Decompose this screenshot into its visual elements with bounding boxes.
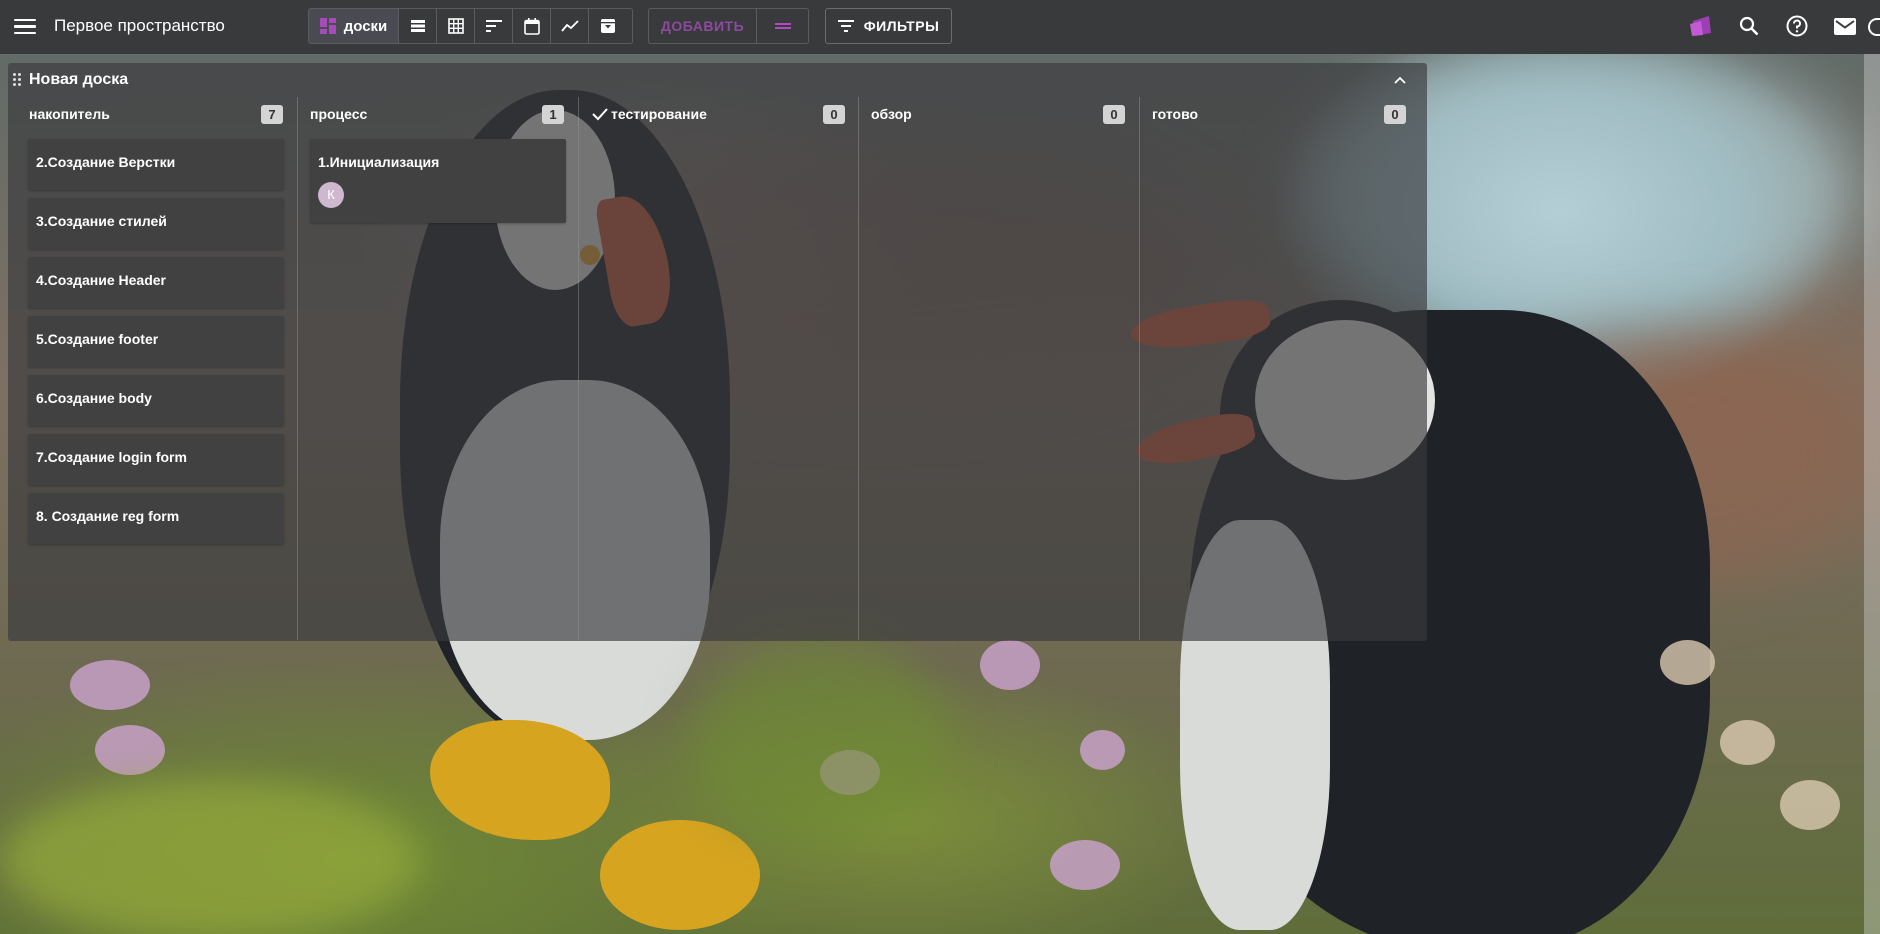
check-icon [592, 108, 608, 121]
card-count-badge: 0 [1103, 105, 1125, 124]
column-title: процесс [310, 106, 368, 122]
task-card[interactable]: 6.Создание body [28, 375, 284, 426]
column-backlog: накопитель 7 2.Создание Верстки 3.Создан… [17, 97, 297, 640]
view-switcher: доски [308, 8, 633, 44]
card-count-badge: 1 [542, 105, 564, 124]
calendar-view-button[interactable] [513, 9, 551, 43]
add-button[interactable]: ДОБАВИТЬ [649, 9, 757, 43]
filters-label: ФИЛЬТРЫ [863, 18, 940, 34]
column-done: готово 0 [1140, 97, 1420, 640]
sort-view-button[interactable] [475, 9, 513, 43]
chart-icon [560, 20, 579, 32]
column-title: готово [1152, 106, 1199, 122]
board-header: Новая доска [8, 63, 1427, 99]
menu-icon[interactable] [14, 16, 36, 36]
column-header[interactable]: накопитель 7 [29, 105, 283, 125]
help-icon[interactable] [1784, 13, 1810, 39]
column-header[interactable]: процесс 1 [310, 105, 564, 125]
task-card[interactable]: 1.Инициализация К [310, 139, 566, 223]
list-view-button[interactable] [399, 9, 437, 43]
mail-icon[interactable] [1832, 13, 1858, 39]
card-count-badge: 0 [823, 105, 845, 124]
task-card[interactable]: 5.Создание footer [28, 316, 284, 367]
calendar-icon [523, 17, 540, 35]
column-header[interactable]: обзор 0 [871, 105, 1125, 125]
column-header[interactable]: готово 0 [1152, 105, 1406, 125]
list-icon [410, 20, 425, 32]
board-title[interactable]: Новая доска [29, 71, 128, 89]
task-card-title: 1.Инициализация [318, 154, 440, 170]
chevron-up-icon[interactable] [1391, 72, 1409, 90]
boards-icon [319, 18, 336, 34]
drag-handle-icon[interactable] [13, 73, 23, 87]
filter-icon [837, 20, 854, 32]
boards-view-label: доски [343, 17, 388, 35]
add-options-button[interactable] [757, 9, 808, 43]
task-card[interactable]: 4.Создание Header [28, 257, 284, 308]
column-testing: тестирование 0 [579, 97, 859, 640]
vertical-scrollbar[interactable] [1864, 54, 1880, 934]
table-view-button[interactable] [437, 9, 475, 43]
column-review: обзор 0 [859, 97, 1139, 640]
column-in-progress: процесс 1 1.Инициализация К [298, 97, 578, 640]
equals-icon [774, 21, 791, 31]
column-title: накопитель [29, 106, 110, 122]
task-card[interactable]: 7.Создание login form [28, 434, 284, 485]
workspace-title[interactable]: Первое пространство [54, 16, 225, 36]
brand-logo-icon[interactable] [1688, 13, 1714, 39]
task-card[interactable]: 2.Создание Верстки [28, 139, 284, 190]
task-card[interactable]: 8. Создание reg form [28, 493, 284, 544]
filters-button[interactable]: ФИЛЬТРЫ [825, 8, 952, 44]
column-title: тестирование [611, 106, 707, 122]
search-icon[interactable] [1736, 13, 1762, 39]
archive-icon [601, 19, 615, 33]
card-count-badge: 7 [261, 105, 283, 124]
card-count-badge: 0 [1384, 105, 1406, 124]
table-icon [447, 18, 464, 34]
chart-view-button[interactable] [551, 9, 589, 43]
board-panel: Новая доска накопитель 7 2.Создание Верс… [8, 63, 1427, 641]
column-header[interactable]: тестирование 0 [591, 105, 845, 125]
boards-view-button[interactable]: доски [309, 9, 399, 43]
top-app-bar: Первое пространство доски ДОБАВИТЬ ФИЛЬТ… [0, 0, 1880, 54]
sort-icon [485, 20, 502, 32]
task-card[interactable]: 3.Создание стилей [28, 198, 284, 249]
account-icon[interactable] [1868, 18, 1880, 36]
assignee-avatar[interactable]: К [318, 182, 344, 208]
archive-view-button[interactable] [589, 9, 627, 43]
add-button-group: ДОБАВИТЬ [648, 8, 809, 44]
column-title: обзор [871, 106, 912, 122]
